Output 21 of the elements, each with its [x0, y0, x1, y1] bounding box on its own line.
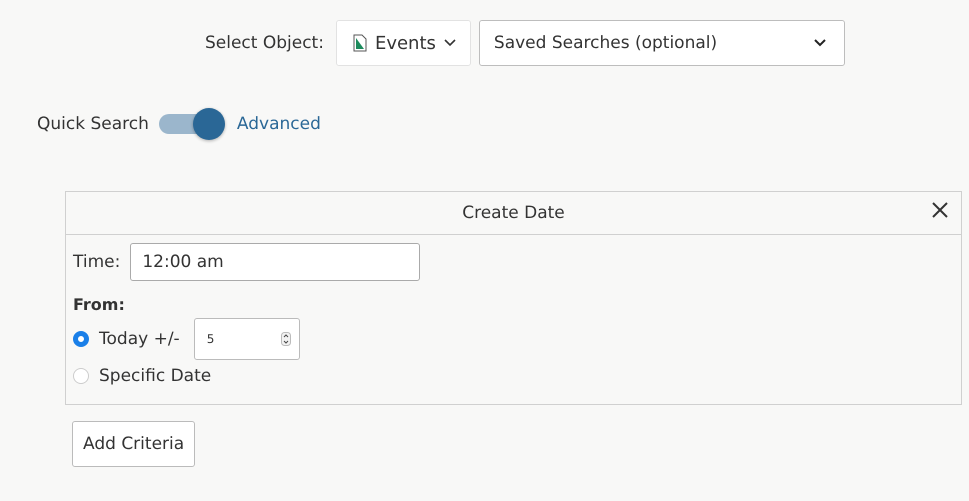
search-mode-toggle[interactable]	[158, 108, 227, 140]
time-field[interactable]: 12:00 am	[130, 243, 420, 281]
close-icon[interactable]	[931, 201, 949, 219]
saved-searches-dropdown[interactable]: Saved Searches (optional)	[478, 20, 845, 66]
radio-button[interactable]	[73, 368, 89, 384]
radio-button[interactable]	[73, 331, 89, 347]
add-criteria-button[interactable]: Add Criteria	[72, 421, 196, 467]
document-icon	[352, 34, 367, 52]
chevron-down-icon	[444, 39, 456, 47]
panel-title: Create Date	[462, 203, 565, 223]
quick-search-label: Quick Search	[37, 114, 149, 134]
from-label: From:	[73, 295, 126, 314]
radio-label: Specific Date	[99, 366, 212, 386]
advanced-label: Advanced	[236, 114, 321, 134]
time-label: Time:	[73, 252, 120, 272]
spinner-icon	[280, 332, 291, 346]
radio-label: Today +/-	[99, 329, 180, 349]
select-object-label: Select Object:	[205, 33, 324, 53]
number-field[interactable]: 5	[194, 318, 300, 360]
chevron-down-icon	[814, 39, 826, 47]
object-dropdown[interactable]: Events	[336, 20, 471, 66]
